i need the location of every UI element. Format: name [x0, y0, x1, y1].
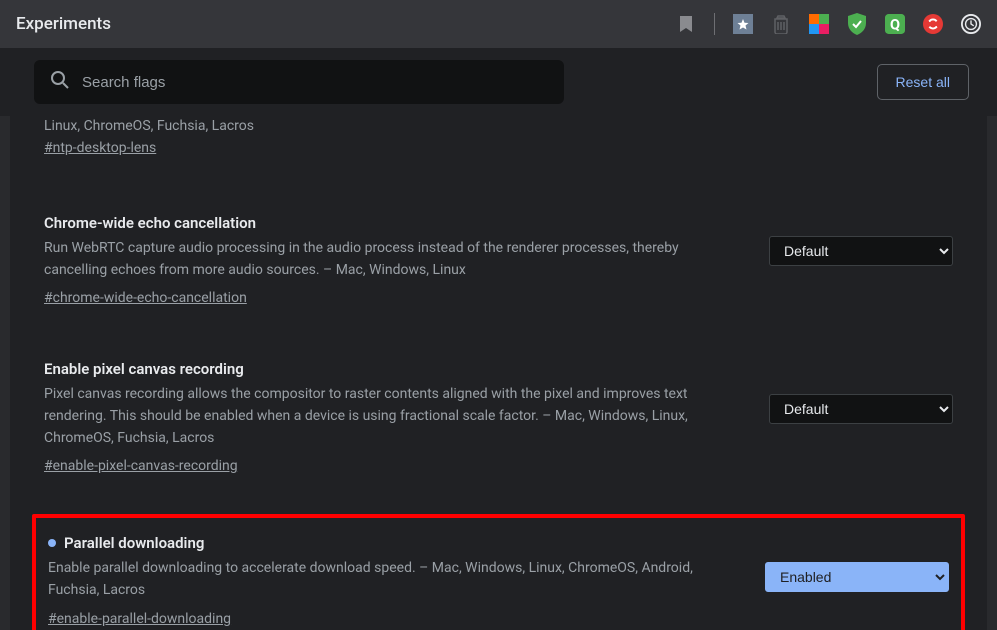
search-input[interactable]: [82, 74, 548, 91]
extension-icons: Q: [676, 13, 981, 35]
flags-list: Linux, ChromeOS, Fuchsia, Lacros #ntp-de…: [0, 116, 997, 630]
sync-icon[interactable]: [923, 14, 943, 34]
history-icon[interactable]: [961, 14, 981, 34]
flag-description: Enable parallel downloading to accelerat…: [48, 558, 741, 601]
flag-hash-link[interactable]: #enable-pixel-canvas-recording: [44, 458, 238, 474]
reset-all-button[interactable]: Reset all: [877, 64, 969, 100]
flag-title: Enable pixel canvas recording: [44, 360, 745, 378]
trash-icon[interactable]: [771, 14, 791, 34]
svg-text:Q: Q: [890, 16, 900, 33]
flag-hash-link[interactable]: #enable-parallel-downloading: [48, 611, 231, 627]
topbar: Experiments Q: [0, 0, 997, 48]
flag-dropdown[interactable]: Default: [769, 394, 953, 424]
bookmark-star-icon[interactable]: [733, 14, 753, 34]
shield-icon[interactable]: [847, 14, 867, 34]
highlighted-flag: Parallel downloading Enable parallel dow…: [32, 514, 965, 630]
search-box[interactable]: [34, 60, 564, 104]
flag-item: Parallel downloading Enable parallel dow…: [36, 518, 961, 630]
q-icon[interactable]: Q: [885, 14, 905, 34]
flag-title: Chrome-wide echo cancellation: [44, 214, 745, 232]
bookmark-icon[interactable]: [676, 14, 696, 34]
flag-item: Chrome-wide echo cancellation Run WebRTC…: [32, 200, 965, 324]
colors-icon[interactable]: [809, 14, 829, 34]
flag-dropdown[interactable]: Default: [769, 236, 953, 266]
flag-description: Linux, ChromeOS, Fuchsia, Lacros: [44, 116, 929, 137]
flag-hash-link[interactable]: #chrome-wide-echo-cancellation: [44, 290, 247, 306]
page-title: Experiments: [16, 14, 111, 34]
flag-hash-link[interactable]: #ntp-desktop-lens: [44, 140, 156, 156]
search-icon: [50, 70, 70, 94]
flag-dropdown[interactable]: Enabled: [765, 562, 949, 592]
flag-title: Parallel downloading: [48, 534, 741, 552]
modified-dot-icon: [48, 539, 56, 547]
flag-item: Linux, ChromeOS, Fuchsia, Lacros #ntp-de…: [32, 116, 965, 174]
flag-description: Run WebRTC capture audio processing in t…: [44, 238, 745, 281]
search-row: Reset all: [0, 48, 997, 116]
flag-description: Pixel canvas recording allows the compos…: [44, 384, 745, 449]
flag-item: Enable pixel canvas recording Pixel canv…: [32, 346, 965, 492]
divider: [714, 13, 715, 35]
